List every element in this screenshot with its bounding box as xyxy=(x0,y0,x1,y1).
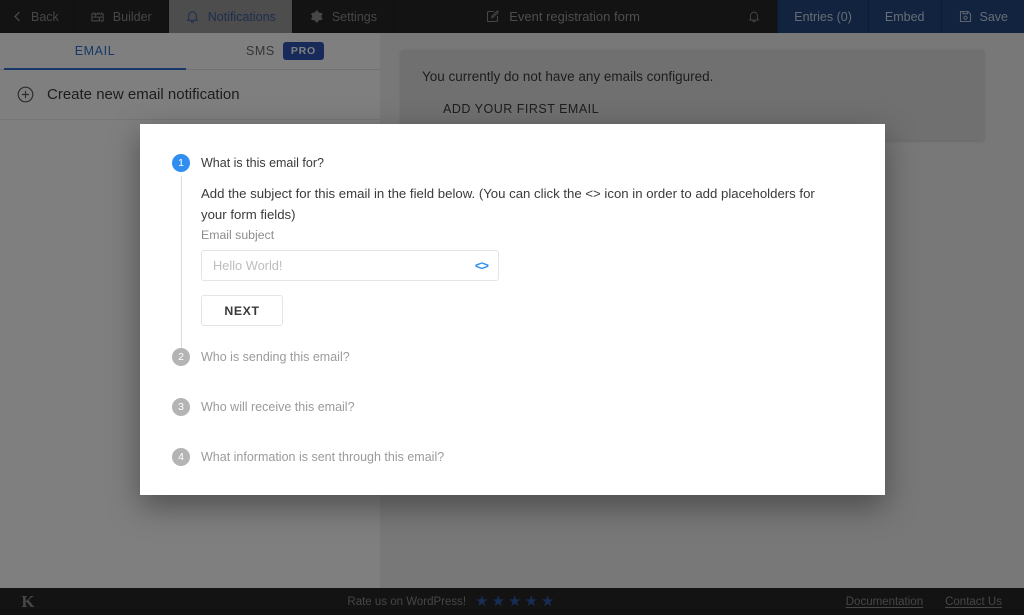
app-root: Back Builder Notifications xyxy=(0,0,1024,615)
step-3-number: 3 xyxy=(172,398,190,416)
step-4: 4 What information is sent through this … xyxy=(172,448,853,466)
step-list: 1 What is this email for? Add the subjec… xyxy=(172,154,853,466)
step-3-gap xyxy=(172,416,853,448)
next-button[interactable]: NEXT xyxy=(201,295,283,326)
email-subject-field[interactable]: <> xyxy=(201,250,499,281)
email-subject-label: Email subject xyxy=(201,228,275,242)
email-setup-modal: 1 What is this email for? Add the subjec… xyxy=(140,124,885,495)
step-1: 1 What is this email for? Add the subjec… xyxy=(172,154,853,352)
step-2: 2 Who is sending this email? xyxy=(172,348,853,366)
step-2-number: 2 xyxy=(172,348,190,366)
step-2-gap xyxy=(172,366,853,398)
step-4-number: 4 xyxy=(172,448,190,466)
step-1-number: 1 xyxy=(172,154,190,172)
step-2-title[interactable]: Who is sending this email? xyxy=(201,348,853,366)
step-1-title[interactable]: What is this email for? xyxy=(201,154,853,172)
step-3-title[interactable]: Who will receive this email? xyxy=(201,398,853,416)
step-4-title[interactable]: What information is sent through this em… xyxy=(201,448,853,466)
step-3: 3 Who will receive this email? xyxy=(172,398,853,416)
code-placeholder-icon[interactable]: <> xyxy=(469,259,489,272)
step-1-body: Add the subject for this email in the fi… xyxy=(201,172,853,348)
step-1-description: Add the subject for this email in the fi… xyxy=(201,186,815,222)
step-1-connector xyxy=(180,176,182,352)
email-subject-input[interactable] xyxy=(213,258,469,273)
